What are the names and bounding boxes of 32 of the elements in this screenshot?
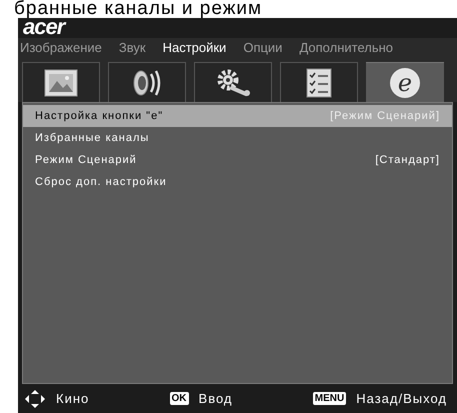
gear-wrench-icon	[215, 68, 251, 98]
page-heading: бранные каналы и режим	[13, 0, 264, 18]
category-tab[interactable]: e	[366, 62, 444, 102]
remote-key-icon: OK	[170, 392, 189, 405]
hint-label: Ввод	[198, 390, 232, 408]
menu-tab[interactable]: Звук	[118, 38, 146, 58]
logo: acer	[23, 18, 66, 37]
category-tab[interactable]	[280, 62, 358, 102]
menu-item-label: Настройка кнопки "e"	[35, 108, 164, 124]
picture-icon	[44, 68, 78, 96]
menu-row[interactable]: Настройка кнопки "e" [Режим Сценарий]	[23, 105, 452, 127]
menu-item-label: Избранные каналы	[35, 130, 150, 146]
menu-tab[interactable]: Изображение	[20, 38, 102, 58]
e-glyph-icon: e	[390, 68, 420, 98]
hint-label: Назад/Выход	[356, 390, 447, 408]
menu-item-label: Сброс доп. настройки	[35, 174, 167, 190]
menu-tab[interactable]: Опции	[243, 38, 282, 58]
menu-row[interactable]: Сброс доп. настройки	[23, 171, 452, 193]
category-tab[interactable]	[108, 62, 186, 102]
hint-label: Кино	[56, 390, 90, 408]
menu-item-label: Режим Сценарий	[35, 152, 137, 168]
menu-row[interactable]: Избранные каналы	[23, 127, 452, 149]
menu-tab[interactable]: Настройки	[162, 38, 226, 58]
remote-key-icon: MENU	[312, 392, 346, 405]
menu-tab[interactable]: Дополнительно	[299, 38, 394, 58]
category-tab[interactable]	[22, 62, 100, 102]
category-tab[interactable]	[194, 62, 272, 102]
direction-arrows-icon	[24, 388, 46, 408]
menu-item-value: [Режим Сценарий]	[330, 108, 440, 124]
menu-row[interactable]: Режим Сценарий [Стандарт]	[23, 149, 452, 171]
menu-item-value: [Стандарт]	[375, 152, 440, 168]
checklist-icon	[306, 68, 332, 98]
